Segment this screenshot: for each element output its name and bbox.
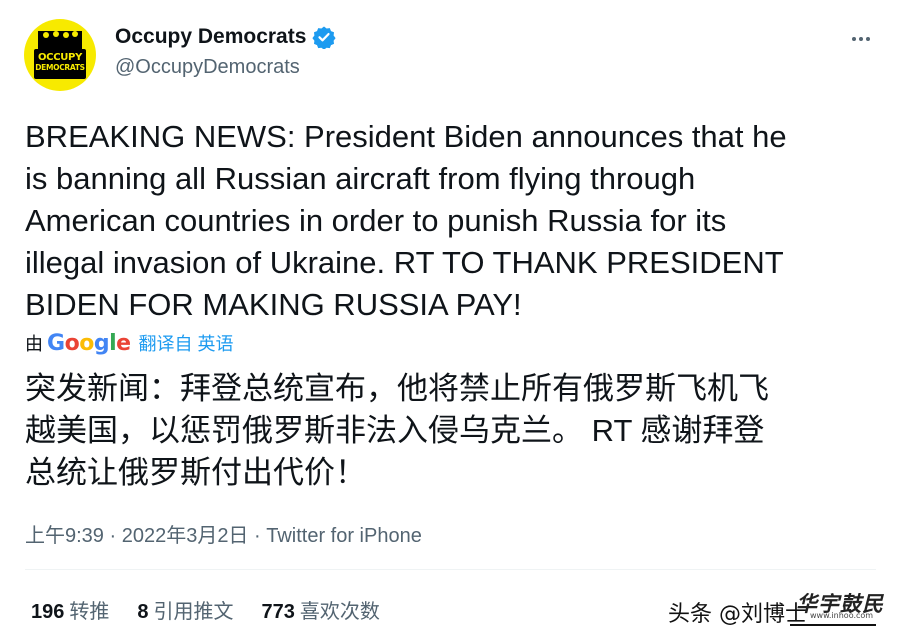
avatar-text-line2: DEMOCRATS <box>35 63 85 72</box>
dot <box>866 37 870 41</box>
account-name[interactable]: Occupy Democrats <box>115 25 337 49</box>
dot <box>852 37 856 41</box>
tweet-text-line: is banning all Russian aircraft from fly… <box>25 161 696 196</box>
engagement-stats: 196 转推 8 引用推文 773 喜欢次数 <box>31 595 380 624</box>
stat-count: 773 <box>261 601 295 623</box>
stat-label: 转推 <box>69 601 110 623</box>
verified-badge-icon <box>312 26 337 49</box>
divider <box>25 569 876 570</box>
translated-text: 突发新闻：拜登总统宣布，他将禁止所有俄罗斯飞机飞 越美国，以惩罚俄罗斯非法入侵乌… <box>25 368 875 494</box>
stat-label: 引用推文 <box>153 601 234 623</box>
translated-text-line: 突发新闻：拜登总统宣布，他将禁止所有俄罗斯飞机飞 <box>25 371 769 406</box>
stat-label: 喜欢次数 <box>299 601 380 623</box>
tweet-text-line: American countries in order to punish Ru… <box>25 203 727 238</box>
tweet-timestamp-source[interactable]: 上午9:39 · 2022年3月2日 · Twitter for iPhone <box>25 519 422 548</box>
google-logo: Google <box>47 330 131 356</box>
retweets-stat[interactable]: 196 转推 <box>31 595 109 624</box>
translated-from-link[interactable]: 翻译自 英语 <box>139 330 234 356</box>
translation-attribution: 由 Google 翻译自 英语 <box>25 330 234 356</box>
tweet-text-line: illegal invasion of Ukraine. RT TO THANK… <box>25 245 784 280</box>
watermark-url: www.inhoo.com <box>810 611 874 620</box>
likes-stat[interactable]: 773 喜欢次数 <box>262 595 380 624</box>
account-handle[interactable]: @OccupyDemocrats <box>115 56 300 79</box>
avatar[interactable]: OCCUPY DEMOCRATS <box>24 19 96 91</box>
stat-count: 196 <box>31 601 65 623</box>
translated-by-label: 由 <box>25 334 43 354</box>
translated-text-line: 越美国，以惩罚俄罗斯非法入侵乌克兰。 RT 感谢拜登 <box>25 413 765 448</box>
translated-text-line: 总统让俄罗斯付出代价！ <box>25 455 366 490</box>
watermark-text: 头条 @刘博士 <box>668 602 807 627</box>
more-options-icon[interactable] <box>846 24 876 54</box>
avatar-text-line1: OCCUPY <box>37 52 83 63</box>
watermark-underline <box>790 624 876 626</box>
account-name-text: Occupy Democrats <box>115 25 307 48</box>
tweet-text-line: BIDEN FOR MAKING RUSSIA PAY! <box>25 287 522 322</box>
stat-count: 8 <box>137 601 149 623</box>
tweet-text: BREAKING NEWS: President Biden announces… <box>25 116 875 326</box>
quote-tweets-stat[interactable]: 8 引用推文 <box>137 595 233 624</box>
dot <box>859 37 863 41</box>
tweet-text-line: BREAKING NEWS: President Biden announces… <box>25 119 787 154</box>
